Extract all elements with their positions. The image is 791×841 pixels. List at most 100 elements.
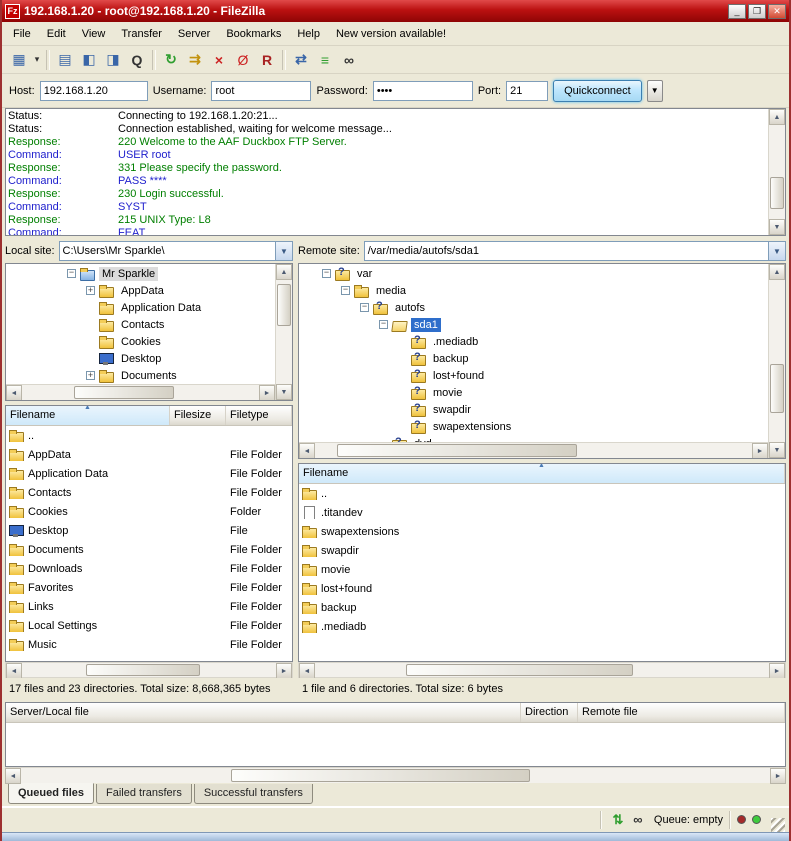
filesize-column-header[interactable]: Filesize	[170, 406, 226, 425]
tree-expander-icon[interactable]	[86, 337, 95, 346]
tree-item[interactable]: Cookies	[6, 333, 275, 350]
scrollbar-thumb[interactable]	[770, 364, 784, 413]
local-site-combo[interactable]: C:\Users\Mr Sparkle\ ▼	[59, 241, 293, 261]
file-row[interactable]: .mediadb	[299, 617, 785, 636]
tree-expander-icon[interactable]	[360, 303, 369, 312]
tree-item[interactable]: swapextensions	[299, 418, 768, 435]
menu-item[interactable]: File	[6, 25, 38, 43]
disconnect-icon[interactable]: Ø	[231, 49, 255, 71]
tree-item[interactable]: Documents	[6, 367, 275, 384]
tree-item[interactable]: swapdir	[299, 401, 768, 418]
compare-directories-icon[interactable]: ⇄	[289, 49, 313, 71]
site-manager-dropdown-icon[interactable]: ▾	[31, 49, 43, 71]
tree-item[interactable]: media	[299, 282, 768, 299]
find-files-icon[interactable]: ∞	[628, 810, 648, 830]
file-row[interactable]: DownloadsFile Folder	[6, 559, 292, 578]
file-row[interactable]: DocumentsFile Folder	[6, 540, 292, 559]
file-row[interactable]: AppDataFile Folder	[6, 445, 292, 464]
menu-item[interactable]: View	[75, 25, 113, 43]
reconnect-icon[interactable]: R	[255, 49, 279, 71]
tree-expander-icon[interactable]	[341, 286, 350, 295]
file-row[interactable]: lost+found	[299, 579, 785, 598]
tree-item[interactable]: .mediadb	[299, 333, 768, 350]
file-row[interactable]: Local SettingsFile Folder	[6, 616, 292, 635]
combo-dropdown-icon[interactable]: ▼	[275, 242, 292, 260]
tree-expander-icon[interactable]	[398, 422, 407, 431]
port-input[interactable]	[506, 81, 548, 101]
queue-hscrollbar[interactable]: ◄ ►	[5, 767, 786, 783]
scrollbar-thumb[interactable]	[406, 664, 633, 676]
scroll-down-icon[interactable]: ▼	[769, 442, 785, 458]
scroll-left-icon[interactable]: ◄	[6, 663, 22, 679]
password-input[interactable]	[373, 81, 473, 101]
maximize-button[interactable]: ❐	[748, 4, 766, 19]
menu-item[interactable]: Transfer	[114, 25, 169, 43]
file-row[interactable]: ContactsFile Folder	[6, 483, 292, 502]
server-local-file-column-header[interactable]: Server/Local file	[6, 703, 521, 722]
scroll-right-icon[interactable]: ►	[276, 663, 292, 679]
scrollbar-thumb[interactable]	[74, 386, 174, 399]
username-input[interactable]	[211, 81, 311, 101]
local-tree-vscrollbar[interactable]: ▲ ▼	[275, 264, 292, 400]
process-queue-icon[interactable]: ⇉	[183, 49, 207, 71]
scroll-right-icon[interactable]: ►	[752, 443, 768, 459]
scrollbar-thumb[interactable]	[277, 284, 291, 326]
file-row[interactable]: DesktopFile	[6, 521, 292, 540]
tree-expander-icon[interactable]	[67, 269, 76, 278]
toggle-local-tree-icon[interactable]: ◧	[77, 49, 101, 71]
tree-expander-icon[interactable]	[398, 405, 407, 414]
file-row[interactable]: backup	[299, 598, 785, 617]
sync-browsing-icon[interactable]: ≡	[313, 49, 337, 71]
tree-item[interactable]: dvd	[299, 435, 768, 442]
tree-item[interactable]: AppData	[6, 282, 275, 299]
scroll-left-icon[interactable]: ◄	[6, 385, 22, 401]
direction-column-header[interactable]: Direction	[521, 703, 578, 722]
tree-item[interactable]: Application Data	[6, 299, 275, 316]
log-scrollbar[interactable]: ▲ ▼	[768, 109, 785, 235]
menu-item[interactable]: New version available!	[329, 25, 453, 43]
tree-item[interactable]: var	[299, 265, 768, 282]
scroll-up-icon[interactable]: ▲	[769, 264, 785, 280]
tree-expander-icon[interactable]	[86, 371, 95, 380]
filetype-column-header[interactable]: Filetype	[226, 406, 292, 425]
tree-expander-icon[interactable]	[398, 371, 407, 380]
close-button[interactable]: ✕	[768, 4, 786, 19]
toggle-remote-tree-icon[interactable]: ◨	[101, 49, 125, 71]
menu-item[interactable]: Edit	[40, 25, 73, 43]
remote-site-combo[interactable]: /var/media/autofs/sda1 ▼	[364, 241, 786, 261]
tree-expander-icon[interactable]	[398, 337, 407, 346]
tree-expander-icon[interactable]	[398, 354, 407, 363]
scroll-left-icon[interactable]: ◄	[5, 768, 21, 784]
menu-item[interactable]: Help	[290, 25, 327, 43]
remote-list-hscrollbar[interactable]: ◄ ►	[298, 662, 786, 678]
minimize-button[interactable]: _	[728, 4, 746, 19]
scrollbar-thumb[interactable]	[770, 177, 784, 209]
scrollbar-thumb[interactable]	[86, 664, 200, 676]
quickconnect-dropdown-icon[interactable]: ▼	[647, 80, 663, 102]
file-row[interactable]: FavoritesFile Folder	[6, 578, 292, 597]
filename-column-header[interactable]: ▲Filename	[6, 406, 170, 425]
tree-item[interactable]: Contacts	[6, 316, 275, 333]
file-row[interactable]: swapextensions	[299, 522, 785, 541]
queue-tab[interactable]: Failed transfers	[96, 784, 192, 804]
find-files-icon[interactable]: ∞	[337, 49, 361, 71]
speed-limits-icon[interactable]: ⇅	[608, 810, 628, 830]
tree-item[interactable]: Desktop	[6, 350, 275, 367]
tree-expander-icon[interactable]	[86, 303, 95, 312]
remote-tree-hscrollbar[interactable]: ◄ ►	[299, 442, 768, 458]
refresh-icon[interactable]: ↻	[159, 49, 183, 71]
scroll-down-icon[interactable]: ▼	[769, 219, 785, 235]
host-input[interactable]	[40, 81, 148, 101]
file-row[interactable]: ..	[6, 426, 292, 445]
scroll-left-icon[interactable]: ◄	[299, 443, 315, 459]
tree-item[interactable]: backup	[299, 350, 768, 367]
file-row[interactable]: CookiesFolder	[6, 502, 292, 521]
quickconnect-button[interactable]: Quickconnect	[553, 80, 642, 102]
scrollbar-thumb[interactable]	[337, 444, 577, 457]
tree-expander-icon[interactable]	[379, 320, 388, 329]
scrollbar-thumb[interactable]	[231, 769, 531, 782]
local-list-hscrollbar[interactable]: ◄ ►	[5, 662, 293, 678]
menu-item[interactable]: Bookmarks	[219, 25, 288, 43]
scroll-right-icon[interactable]: ►	[769, 663, 785, 679]
tree-item[interactable]: autofs	[299, 299, 768, 316]
